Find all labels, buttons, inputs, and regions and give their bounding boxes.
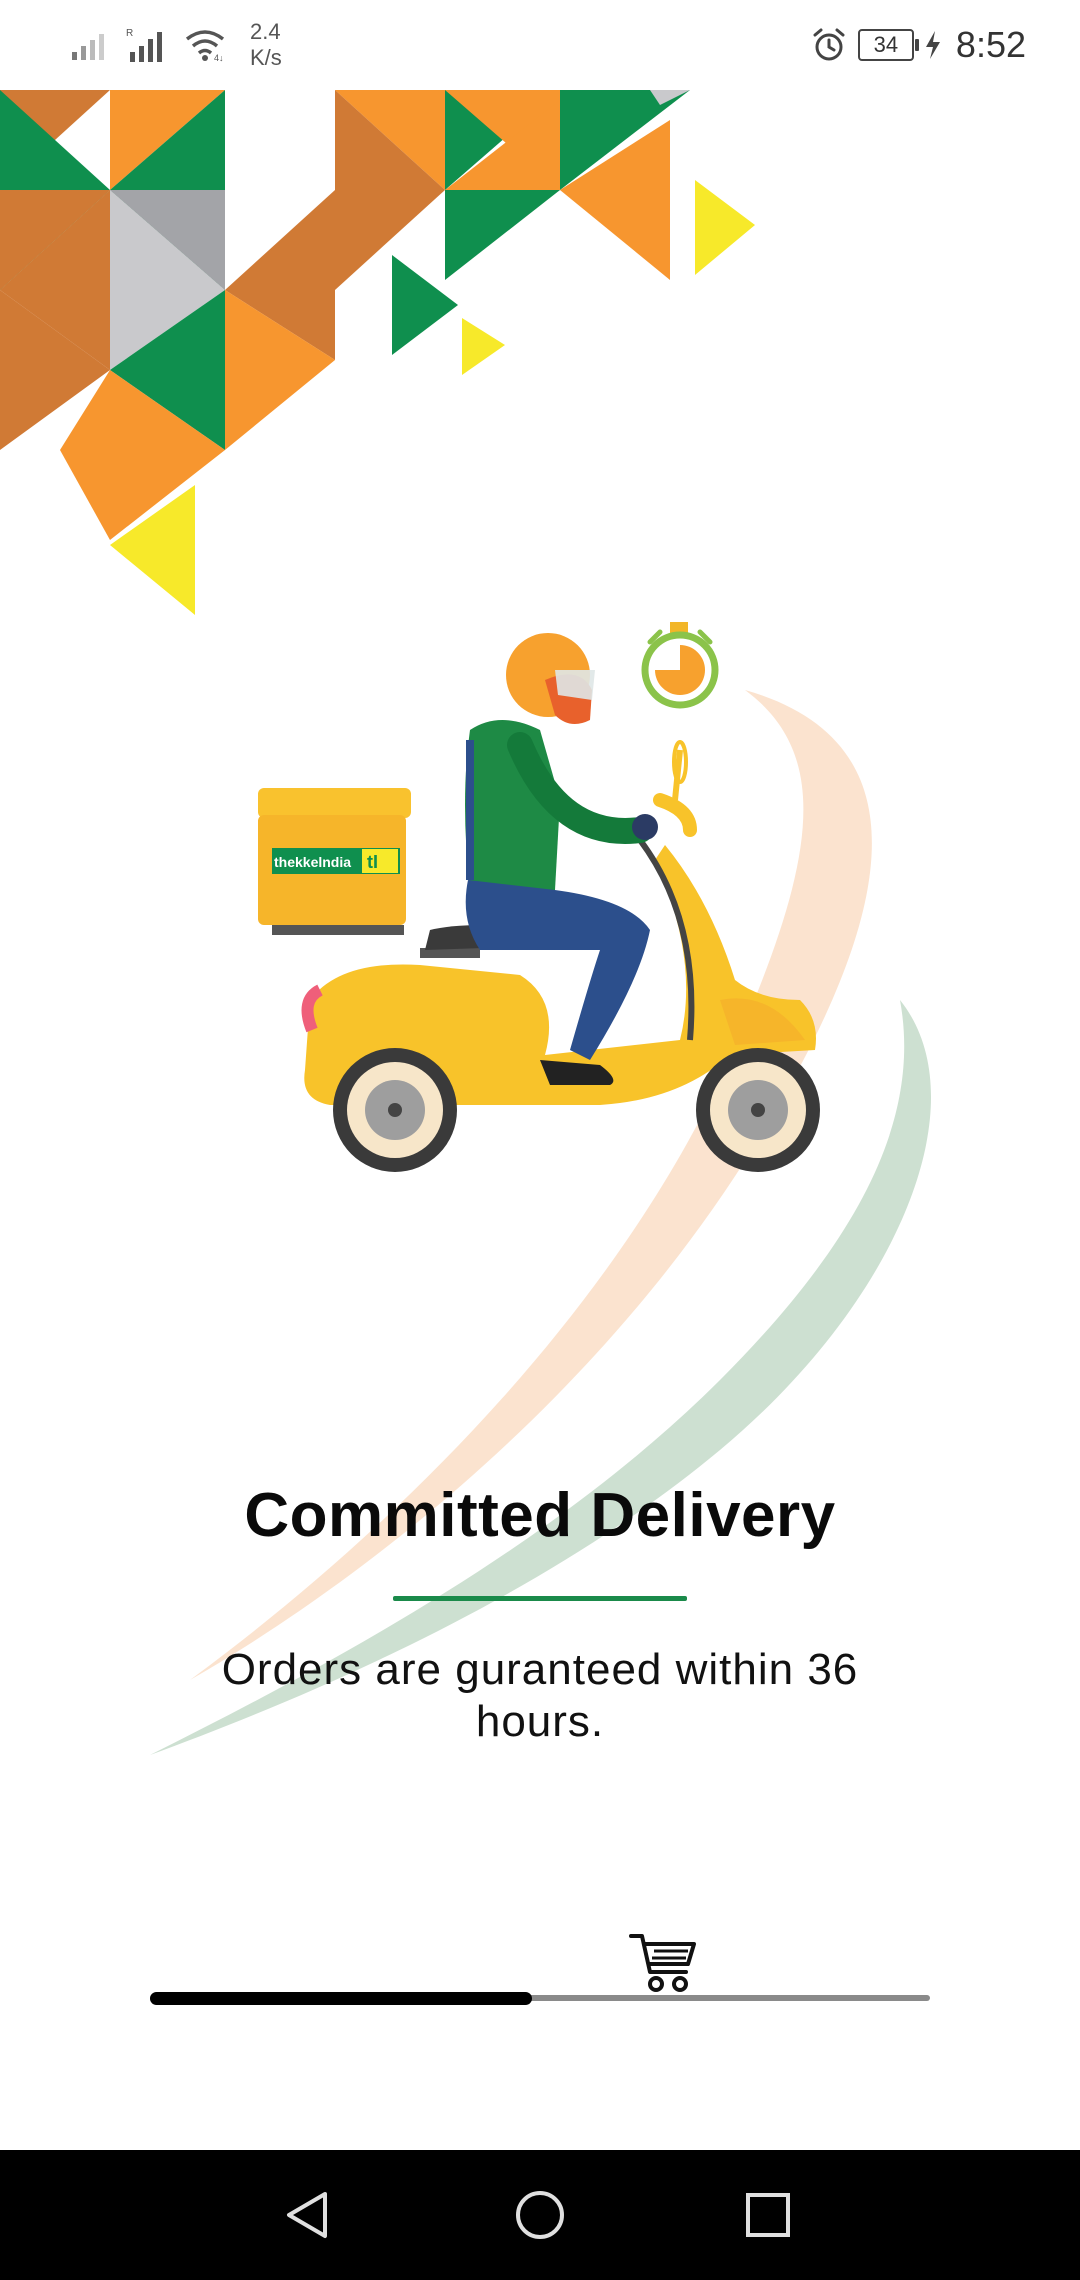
recents-icon	[746, 2193, 790, 2237]
back-icon	[287, 2192, 327, 2238]
onboarding-progress-fill	[150, 1992, 532, 2005]
nav-back-button[interactable]	[248, 2150, 368, 2280]
triangle-pattern	[0, 90, 755, 615]
cart-icon	[629, 1934, 696, 1992]
nav-home-button[interactable]	[480, 2150, 600, 2280]
delivery-box: thekkelndia tI	[258, 788, 411, 935]
onboarding-title: Committed Delivery	[244, 1481, 836, 1550]
home-icon	[516, 2191, 564, 2239]
title-underline	[393, 1596, 687, 1601]
onboarding-description: Orders are guranteed within 36 hours.	[221, 1645, 859, 1746]
brand-box-logo: tI	[367, 852, 378, 872]
brand-box-text: thekkelndia	[274, 854, 351, 870]
stopwatch-icon	[641, 622, 719, 709]
nav-recents-button[interactable]	[708, 2150, 828, 2280]
system-nav-bar	[0, 2150, 1080, 2280]
